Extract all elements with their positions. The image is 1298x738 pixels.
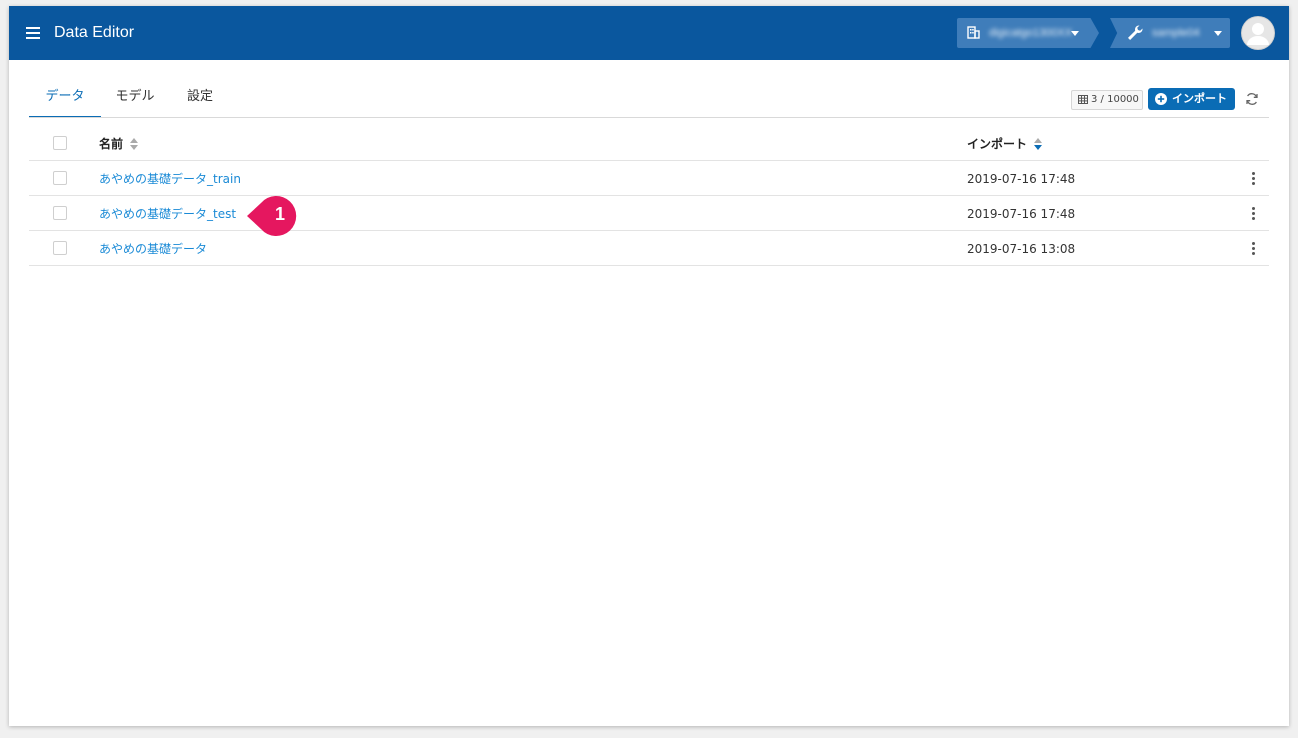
tabs-divider: [29, 117, 1269, 118]
row-checkbox[interactable]: [53, 241, 67, 255]
table-icon: [1078, 95, 1088, 104]
app-title: Data Editor: [54, 24, 135, 41]
import-date: 2019-07-16 17:48: [967, 207, 1076, 221]
sort-descending-icon[interactable]: [1034, 138, 1042, 150]
app-bar: Data Editor digicatgo1300XX sample04: [9, 6, 1289, 60]
table-divider: [29, 195, 1269, 196]
tab-settings[interactable]: 設定: [177, 84, 223, 118]
row-checkbox[interactable]: [53, 206, 67, 220]
callout-number: 1: [274, 204, 285, 224]
import-button-label: インポート: [1172, 92, 1227, 105]
data-count-badge: 3 / 10000: [1071, 90, 1143, 110]
plus-circle-icon: [1155, 93, 1167, 105]
project-select[interactable]: sample04: [1110, 18, 1230, 48]
tab-data[interactable]: データ: [29, 84, 101, 118]
data-name-link[interactable]: あやめの基礎データ: [99, 241, 207, 257]
import-button[interactable]: インポート: [1148, 88, 1235, 110]
user-icon: [1247, 23, 1269, 45]
refresh-icon[interactable]: [1245, 92, 1259, 106]
sort-icon[interactable]: [130, 138, 138, 150]
wrench-icon: [1128, 25, 1143, 40]
tab-model[interactable]: モデル: [107, 84, 163, 118]
app-window: Data Editor digicatgo1300XX sample04 データ…: [9, 6, 1289, 726]
more-options-icon[interactable]: [1250, 242, 1256, 256]
chevron-down-icon: [1071, 31, 1079, 36]
import-date: 2019-07-16 17:48: [967, 172, 1076, 186]
table-divider: [29, 230, 1269, 231]
project-name: sample04: [1152, 27, 1200, 39]
user-avatar[interactable]: [1242, 17, 1274, 49]
column-header-imported[interactable]: インポート: [967, 136, 1027, 152]
table-divider: [29, 265, 1269, 266]
more-options-icon[interactable]: [1250, 207, 1256, 221]
organization-name: digicatgo1300XX: [989, 27, 1073, 39]
data-count: 3 / 10000: [1091, 94, 1139, 105]
table-divider: [29, 160, 1269, 161]
data-name-link[interactable]: あやめの基礎データ_test: [99, 206, 236, 222]
data-name-link[interactable]: あやめの基礎データ_train: [99, 171, 241, 187]
column-header-name[interactable]: 名前: [99, 136, 123, 152]
row-checkbox[interactable]: [53, 171, 67, 185]
chevron-down-icon: [1214, 31, 1222, 36]
select-all-checkbox[interactable]: [53, 136, 67, 150]
building-icon: [967, 26, 980, 39]
import-date: 2019-07-16 13:08: [967, 242, 1076, 256]
hamburger-menu-icon[interactable]: [26, 27, 40, 39]
organization-select[interactable]: digicatgo1300XX: [957, 18, 1099, 48]
more-options-icon[interactable]: [1250, 172, 1256, 186]
